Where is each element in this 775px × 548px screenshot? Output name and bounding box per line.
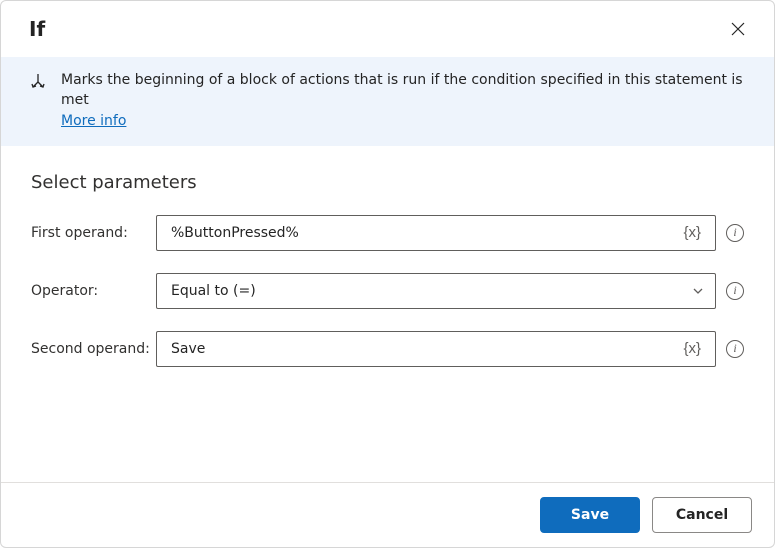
section-heading: Select parameters [31, 172, 744, 193]
dialog-title: If [29, 17, 45, 41]
second-operand-label: Second operand: [31, 341, 156, 357]
first-operand-input[interactable]: %ButtonPressed% {x} [156, 215, 716, 251]
chevron-down-icon [691, 284, 705, 298]
second-operand-value: Save [171, 341, 679, 357]
dialog-titlebar: If [1, 1, 774, 57]
first-operand-value: %ButtonPressed% [171, 225, 679, 241]
info-icon[interactable]: i [726, 282, 744, 300]
info-banner: Marks the beginning of a block of action… [1, 57, 774, 146]
operator-label: Operator: [31, 283, 156, 299]
info-text-block: Marks the beginning of a block of action… [61, 71, 754, 132]
info-description: Marks the beginning of a block of action… [61, 72, 743, 108]
dialog-content: Select parameters First operand: %Button… [1, 146, 774, 482]
more-info-link[interactable]: More info [61, 112, 126, 132]
save-button[interactable]: Save [540, 497, 640, 533]
cancel-button[interactable]: Cancel [652, 497, 752, 533]
info-icon[interactable]: i [726, 340, 744, 358]
operator-select[interactable]: Equal to (=) [156, 273, 716, 309]
close-icon [731, 22, 745, 36]
close-button[interactable] [724, 15, 752, 43]
variable-picker-button[interactable]: {x} [679, 222, 705, 243]
operator-value: Equal to (=) [171, 283, 691, 299]
second-operand-input[interactable]: Save {x} [156, 331, 716, 367]
first-operand-label: First operand: [31, 225, 156, 241]
variable-picker-button[interactable]: {x} [679, 338, 705, 359]
info-icon[interactable]: i [726, 224, 744, 242]
row-first-operand: First operand: %ButtonPressed% {x} i [31, 215, 744, 251]
branch-icon [29, 73, 47, 95]
row-second-operand: Second operand: Save {x} i [31, 331, 744, 367]
row-operator: Operator: Equal to (=) i [31, 273, 744, 309]
dialog-footer: Save Cancel [1, 482, 774, 547]
